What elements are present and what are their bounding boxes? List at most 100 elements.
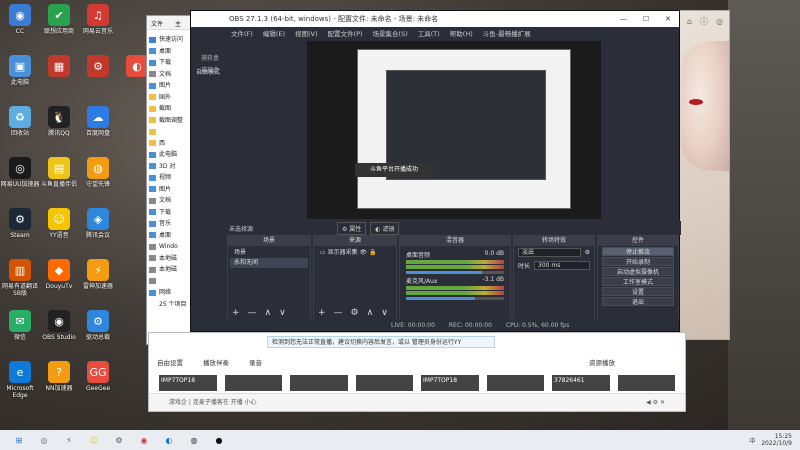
desktop-icon[interactable]: ⚙ Steam — [0, 208, 40, 239]
nav-tree-label: Windo — [159, 243, 178, 250]
desktop-icon[interactable]: GG GeeGee — [78, 361, 118, 392]
control-button[interactable]: 退出 — [602, 297, 674, 306]
desktop-icon[interactable]: ◍ 守望先锋 — [78, 157, 118, 188]
desktop-icon[interactable]: ⚡ 雷神加速器 — [78, 259, 118, 290]
companion-thumbnail[interactable]: IMP7TOP18 — [159, 375, 217, 391]
source-down-button[interactable]: ∨ — [381, 308, 388, 318]
transition-gear-icon[interactable]: ⚙ — [585, 249, 590, 256]
companion-thumbnail[interactable]: IMP7TOP18 — [421, 375, 479, 391]
desktop-icon[interactable]: ⚙ — [78, 55, 118, 79]
obs-menu-item[interactable]: 工具(T) — [418, 28, 440, 38]
desktop-icon[interactable]: ◉ OBS Studio — [39, 310, 79, 341]
volume-slider[interactable] — [406, 271, 504, 274]
obs-menu-item[interactable]: 文件(F) — [231, 28, 253, 38]
taskbar-app-icon[interactable]: ● — [213, 434, 225, 446]
properties-button[interactable]: ⚙ 属性 — [337, 221, 367, 235]
minimize-button[interactable]: — — [620, 15, 627, 23]
desktop-icon[interactable]: ☺ YY语音 — [39, 208, 79, 239]
desktop-icon-label: Microsoft Edge — [6, 385, 34, 399]
close-button[interactable]: ✕ — [665, 15, 671, 23]
obs-menu-item[interactable]: 配置文件(P) — [328, 28, 363, 38]
taskbar-app-icon[interactable]: ⚙ — [113, 434, 125, 446]
desktop-icon[interactable]: ♻ 回收站 — [0, 106, 40, 137]
sources-list[interactable]: ▭ 显示器采集 👁 🔒 — [314, 246, 396, 260]
transition-select[interactable]: 淡出 — [518, 248, 581, 257]
volume-slider[interactable] — [406, 297, 504, 300]
control-button[interactable]: 停止推流 — [602, 247, 674, 256]
scene-item[interactable]: 永和无闻 — [230, 258, 308, 268]
desktop-icon[interactable]: ◆ DouyuTv — [39, 259, 79, 290]
desktop-icon[interactable]: ⚙ 驱动总裁 — [78, 310, 118, 341]
taskbar-app-icon[interactable]: ☺ — [88, 434, 100, 446]
desktop-icon[interactable]: ☁ 百度网盘 — [78, 106, 118, 137]
source-item[interactable]: ▭ 显示器采集 👁 🔒 — [316, 248, 394, 258]
companion-thumbnail[interactable] — [290, 375, 348, 391]
desktop-icon[interactable]: 🐧 腾讯QQ — [39, 106, 79, 137]
taskbar-app-icon[interactable]: ◎ — [38, 434, 50, 446]
desktop-icon[interactable]: ? NN加速器 — [39, 361, 79, 392]
taskbar-app-icon[interactable]: ⊞ — [13, 434, 25, 446]
desktop-icon[interactable]: ▤ 斗鱼直播伴侣 — [39, 157, 79, 188]
desktop-icon[interactable]: ▦ — [39, 55, 79, 79]
control-button[interactable]: 工作室模式 — [602, 277, 674, 286]
companion-thumbnail[interactable]: 37826461 — [552, 375, 610, 391]
filters-button[interactable]: ◐ 滤镜 — [370, 221, 400, 235]
taskbar-app-icon[interactable]: ⚡ — [63, 434, 75, 446]
taskbar-app-icon[interactable]: ◐ — [163, 434, 175, 446]
control-button[interactable]: 设置 — [602, 287, 674, 296]
taskbar-app-icon[interactable]: ◉ — [138, 434, 150, 446]
obs-menu-item[interactable]: 场景集合(S) — [373, 28, 408, 38]
remove-source-button[interactable]: — — [334, 308, 343, 318]
desktop-icon[interactable]: e Microsoft Edge — [0, 361, 40, 399]
obs-menu-item[interactable]: 帮助(H) — [450, 28, 473, 38]
companion-tool[interactable]: 自由设置 — [157, 357, 183, 367]
companion-tool[interactable]: 播放伴奏 — [203, 357, 229, 367]
mixer-channels[interactable]: 桌面音频 0.0 dB 麦克风/Aux -3.1 dB — [400, 246, 510, 304]
scenes-list[interactable]: 场景 永和无闻 — [228, 246, 310, 270]
info-icon[interactable]: ⓘ — [700, 16, 708, 27]
duration-input[interactable]: 300 ms — [534, 261, 590, 270]
companion-footer-controls[interactable]: ◀ ⚙ ✕ — [646, 394, 665, 411]
add-source-button[interactable]: + — [318, 308, 326, 318]
desktop-icon[interactable]: ◎ 网易UU加速器 — [0, 157, 40, 188]
remove-scene-button[interactable]: — — [248, 308, 257, 318]
companion-thumbnail[interactable] — [486, 375, 544, 391]
lock-icon[interactable]: 🔒 — [367, 249, 376, 256]
add-scene-button[interactable]: + — [232, 308, 240, 318]
power-icon[interactable]: ◎ — [716, 17, 723, 26]
desktop-icon[interactable]: ✔ 联想应用商 — [39, 4, 79, 35]
companion-thumbnail[interactable] — [224, 375, 282, 391]
desktop-icon[interactable]: ▥ 网易有道翻译SB版 — [0, 259, 40, 297]
obs-window[interactable]: OBS 27.1.3 (64-bit, windows) - 配置文件: 未命名… — [190, 10, 681, 332]
clock[interactable]: 15:25 2022/10/9 — [761, 433, 792, 447]
source-gear-icon[interactable]: ⚙ — [351, 308, 359, 318]
desktop-icon[interactable]: ◈ 腾讯会议 — [78, 208, 118, 239]
warning-notice[interactable]: 检测到您无法正常直播，建议切换内容后发言，或以 管理员身份运行YY — [267, 336, 495, 348]
control-button[interactable]: 启动虚拟摄像机 — [602, 267, 674, 276]
scene-item[interactable]: 场景 — [230, 248, 308, 258]
obs-menu-item[interactable]: 视图(V) — [295, 28, 318, 38]
home-icon[interactable]: ⌂ — [687, 17, 692, 26]
companion-resource-play[interactable]: 资源播放 — [589, 357, 685, 367]
desktop-icon[interactable]: ◉ CC — [0, 4, 40, 35]
explorer-tab-file[interactable]: 文件 — [151, 21, 163, 28]
move-down-button[interactable]: ∨ — [279, 308, 286, 318]
eye-icon[interactable]: 👁 — [358, 249, 368, 256]
maximize-button[interactable]: ☐ — [643, 15, 649, 23]
source-up-button[interactable]: ∧ — [367, 308, 374, 318]
desktop-icon[interactable]: ▣ 此电脑 — [0, 55, 40, 86]
taskbar-app-icon[interactable]: ◍ — [188, 434, 200, 446]
obs-menu-item[interactable]: 斗鱼-最畅播扩展 — [483, 28, 531, 38]
control-button[interactable]: 开始录制 — [602, 257, 674, 266]
live-companion-window[interactable]: 检测到您无法正常直播，建议切换内容后发言，或以 管理员身份运行YY 自由设置 播放… — [148, 332, 686, 412]
companion-thumbnail[interactable] — [617, 375, 675, 391]
companion-tool[interactable]: 录音 — [249, 357, 262, 367]
desktop-icon[interactable]: ♫ 网易云音乐 — [78, 4, 118, 35]
obs-menu-item[interactable]: 编辑(E) — [263, 28, 285, 38]
obs-preview[interactable]: 斗鱼平台开播成功 — [307, 41, 601, 219]
explorer-tab-home[interactable]: 主 — [175, 21, 181, 28]
lang-indicator[interactable]: 中 — [749, 436, 755, 445]
move-up-button[interactable]: ∧ — [265, 308, 272, 318]
companion-thumbnail[interactable] — [355, 375, 413, 391]
desktop-icon[interactable]: ✉ 微信 — [0, 310, 40, 341]
